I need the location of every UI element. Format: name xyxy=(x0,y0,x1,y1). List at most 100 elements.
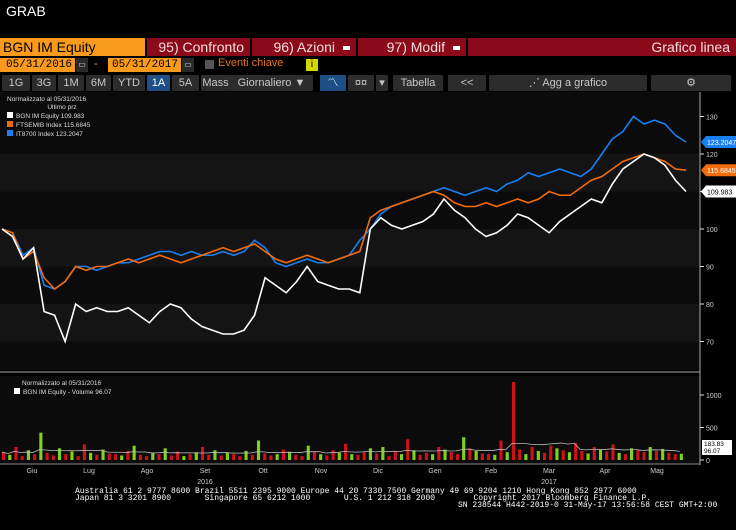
volume-bar xyxy=(617,452,621,460)
period-button-ytd[interactable]: YTD xyxy=(113,75,145,91)
volume-bar xyxy=(623,454,627,460)
volume-bar xyxy=(673,454,677,460)
x-month-label: Dic xyxy=(372,468,384,475)
grid-band xyxy=(0,304,700,342)
volume-bar xyxy=(549,445,553,460)
volume-bar xyxy=(362,452,366,460)
footer-session: SN 238544 H442-2019-0 31-May-17 13:56:58… xyxy=(458,501,718,510)
volume-bar xyxy=(14,447,18,460)
volume-bar xyxy=(39,432,43,460)
volume-bar xyxy=(393,450,397,460)
volume-bar xyxy=(661,448,665,460)
chart-style-dropdown[interactable]: ▾ xyxy=(376,75,388,91)
volume-bar xyxy=(300,456,304,460)
volume-bar xyxy=(269,455,273,460)
compare-button[interactable]: 95) Confronto xyxy=(147,38,250,56)
volume-bar xyxy=(194,452,198,460)
volume-bar xyxy=(505,452,509,460)
volume-legend-title: Normalizzato al 05/31/2016 xyxy=(22,380,102,387)
volume-bar xyxy=(437,447,441,460)
bar-chart-icon[interactable]: ¤¤ xyxy=(348,75,374,91)
volume-bar xyxy=(455,454,460,460)
volume-bar xyxy=(2,452,6,460)
edit-label: 97) Modif xyxy=(386,39,445,55)
y-tick-label: 130 xyxy=(706,115,718,122)
chart-type-label: Grafico linea xyxy=(468,38,736,56)
legend-swatch xyxy=(7,112,13,118)
volume-bar xyxy=(518,449,522,460)
volume-bar xyxy=(51,455,55,460)
volume-bar xyxy=(381,447,385,460)
end-date-input[interactable]: 05/31/2017 xyxy=(108,58,181,72)
volume-bar xyxy=(163,448,167,460)
x-month-label: Nov xyxy=(314,468,328,475)
volume-bar xyxy=(294,454,298,460)
volume-bar xyxy=(487,454,491,460)
volume-bar xyxy=(530,447,534,460)
volume-bar xyxy=(493,454,497,460)
x-month-label: Giu xyxy=(26,468,38,475)
start-date-input[interactable]: 05/31/2016 xyxy=(0,58,75,72)
actions-button[interactable]: 96) Azioni xyxy=(252,38,356,56)
volume-bar xyxy=(95,454,99,460)
volume-bar xyxy=(561,450,565,460)
x-month-label: Mag xyxy=(650,468,664,475)
volume-tick-label: 500 xyxy=(706,426,718,433)
key-events-checkbox[interactable] xyxy=(205,60,214,69)
volume-bar xyxy=(64,454,68,460)
period-button-6m[interactable]: 6M xyxy=(86,75,111,91)
grid-band xyxy=(0,229,700,267)
line-chart-icon[interactable]: 〽 xyxy=(320,75,346,91)
period-button-1g[interactable]: 1G xyxy=(2,75,30,91)
volume-bar xyxy=(387,456,391,460)
title-bar: GRAB xyxy=(0,0,736,34)
volume-bar xyxy=(213,450,217,460)
last-value-label: 115.6845 xyxy=(707,168,736,175)
info-icon[interactable]: i xyxy=(306,59,318,71)
period-button-1m[interactable]: 1M xyxy=(58,75,84,91)
volume-bar xyxy=(605,451,609,460)
volume-bar xyxy=(468,448,472,460)
legend-item: IT8700 Index 123.2047 xyxy=(7,130,117,139)
calendar-icon[interactable]: ▭ xyxy=(76,58,88,72)
volume-bar xyxy=(443,449,447,460)
add-to-chart-label: Agg a grafico xyxy=(542,77,608,89)
volume-bar xyxy=(586,453,590,460)
table-button[interactable]: Tabella xyxy=(393,75,443,91)
dropdown-icon xyxy=(343,46,350,51)
volume-bar xyxy=(580,450,584,460)
volume-bar xyxy=(107,453,111,460)
legend-item: BGN IM Equity 109.983 xyxy=(7,112,117,121)
frequency-dropdown[interactable]: Giornaliero ▼ xyxy=(230,75,313,91)
volume-value-label: 183.83 xyxy=(704,441,724,448)
settings-button[interactable]: ⚙ xyxy=(651,75,731,91)
collapse-button[interactable]: << xyxy=(448,75,486,91)
volume-bar xyxy=(151,452,155,460)
volume-bar xyxy=(511,382,515,460)
volume-bar xyxy=(679,453,683,460)
legend-subtitle: Ultimo prz xyxy=(47,104,77,111)
add-to-chart-button[interactable]: ⋰ Agg a grafico xyxy=(489,75,647,91)
period-button-mass[interactable]: Mass xyxy=(201,75,230,91)
volume-bar xyxy=(474,450,478,460)
last-value-label: 109.983 xyxy=(707,190,732,197)
period-button-5a[interactable]: 5A xyxy=(172,75,199,91)
legend-swatch xyxy=(14,388,20,394)
volume-bar xyxy=(132,445,136,460)
legend-swatch xyxy=(7,121,13,127)
security-input[interactable]: BGN IM Equity xyxy=(0,38,145,56)
volume-bar xyxy=(20,456,24,460)
volume-bar xyxy=(238,456,242,460)
volume-bar xyxy=(555,448,559,460)
volume-bar xyxy=(350,454,354,460)
legend-name: FTSEMIB Index xyxy=(16,122,62,129)
edit-button[interactable]: 97) Modif xyxy=(358,38,466,56)
volume-bar xyxy=(188,454,192,460)
period-button-3g[interactable]: 3G xyxy=(32,75,56,91)
legend-name: BGN IM Equity xyxy=(16,113,59,120)
calendar-icon[interactable]: ▭ xyxy=(182,58,194,72)
volume-bar xyxy=(82,444,86,460)
volume-bar xyxy=(636,450,640,460)
y-tick-label: 80 xyxy=(706,302,714,309)
period-button-1a[interactable]: 1A xyxy=(147,75,170,91)
